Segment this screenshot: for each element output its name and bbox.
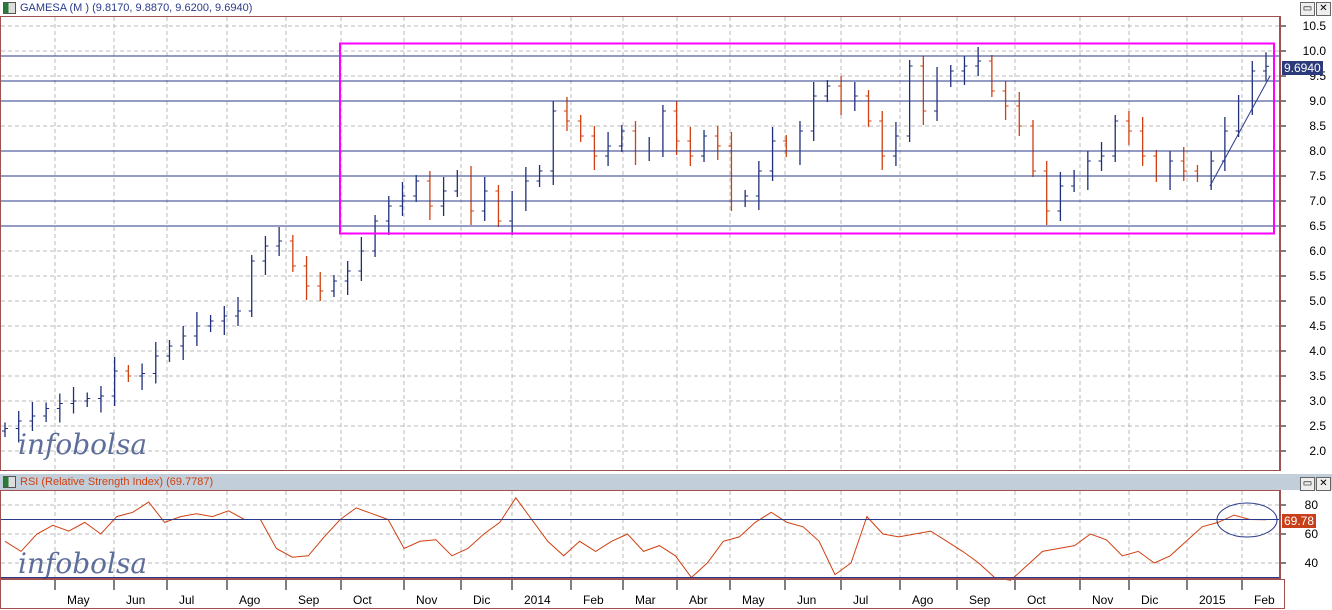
- x-tick-label: Abr: [689, 593, 708, 607]
- x-tick-label: Ago: [239, 593, 261, 607]
- x-tick-label: Mar: [635, 593, 656, 607]
- y-tick-label: 8.5: [1309, 119, 1326, 133]
- x-tick-label: Jul: [853, 593, 868, 607]
- rsi-plot-frame: [0, 490, 1281, 579]
- y-tick-label: 2.0: [1309, 444, 1326, 458]
- x-axis-frame: [0, 579, 1285, 609]
- main-panel-title: GAMESA (M ) (9.8170, 9.8870, 9.6200, 9.6…: [20, 2, 253, 14]
- x-tick-label: Dic: [473, 593, 490, 607]
- rsi-close-button[interactable]: ✕: [1316, 477, 1331, 491]
- rsi-maximize-button[interactable]: ▭: [1300, 477, 1315, 491]
- main-watermark: infobolsa: [18, 428, 148, 461]
- x-tick-label: Oct: [353, 593, 372, 607]
- rsi-line: [4, 496, 1267, 581]
- x-tick-label: Jun: [797, 593, 816, 607]
- x-tick-label: May: [67, 593, 90, 607]
- x-tick-label: Sep: [298, 593, 320, 607]
- x-tick-label: Feb: [1254, 593, 1275, 607]
- x-tick-label: Nov: [1092, 593, 1113, 607]
- y-tick-label: 4.5: [1309, 319, 1326, 333]
- y-tick-label: 4.0: [1309, 344, 1326, 358]
- x-tick-label: 2014: [524, 593, 551, 607]
- main-plot-frame: [0, 16, 1281, 471]
- y-tick-label: 7.5: [1309, 169, 1326, 183]
- trendline: [1209, 75, 1271, 187]
- y-tick-label: 10.5: [1303, 19, 1327, 33]
- x-tick-label: Oct: [1027, 593, 1046, 607]
- y-tick-label: 3.5: [1309, 369, 1326, 383]
- rsi-panel-header: RSI (Relative Strength Index) (69.7787): [0, 474, 1332, 490]
- y-tick-label: 8.0: [1309, 144, 1326, 158]
- x-tick-label: May: [742, 593, 765, 607]
- y-tick-label: 6.0: [1309, 244, 1326, 258]
- close-button[interactable]: ✕: [1316, 2, 1331, 16]
- main-panel-header: GAMESA (M ) (9.8170, 9.8870, 9.6200, 9.6…: [0, 0, 1284, 16]
- y-tick-label: 5.5: [1309, 269, 1326, 283]
- x-tick-label: Sep: [969, 593, 991, 607]
- channel-rectangle: [339, 42, 1275, 235]
- rsi-y-tick-label: 60: [1305, 527, 1319, 541]
- x-tick-label: Jun: [126, 593, 145, 607]
- y-tick-label: 3.0: [1309, 394, 1326, 408]
- x-tick-label: Nov: [416, 593, 437, 607]
- x-tick-label: Ago: [912, 593, 934, 607]
- rsi-y-tick-label: 80: [1305, 498, 1319, 512]
- y-tick-label: 9.0: [1309, 94, 1326, 108]
- maximize-button[interactable]: ▭: [1300, 2, 1315, 16]
- x-tick-label: Jul: [179, 593, 194, 607]
- y-tick-label: 2.5: [1309, 419, 1326, 433]
- chart-canvas: May Jun Jul Ago Sep Oct Nov Dic 2014 Feb Mar Abr May…: [0, 16, 1327, 609]
- rsi-panel-title: RSI (Relative Strength Index) (69.7787): [20, 476, 214, 488]
- y-tick-label: 10.0: [1303, 44, 1327, 58]
- panel-icon: [3, 476, 16, 488]
- rsi-watermark: infobolsa: [18, 547, 148, 580]
- y-tick-label: 6.5: [1309, 219, 1326, 233]
- x-tick-label: 2015: [1199, 593, 1226, 607]
- rsi-last-label: 69.78: [1282, 514, 1317, 528]
- y-tick-label: 7.0: [1309, 194, 1326, 208]
- x-tick-label: Feb: [583, 593, 604, 607]
- panel-icon: [3, 2, 16, 14]
- last-price-label: 9.6940: [1282, 61, 1323, 75]
- rsi-highlight-ellipse: [1216, 502, 1278, 538]
- x-tick-label: Dic: [1141, 593, 1158, 607]
- rsi-y-tick-label: 40: [1305, 556, 1319, 570]
- y-tick-label: 5.0: [1309, 294, 1326, 308]
